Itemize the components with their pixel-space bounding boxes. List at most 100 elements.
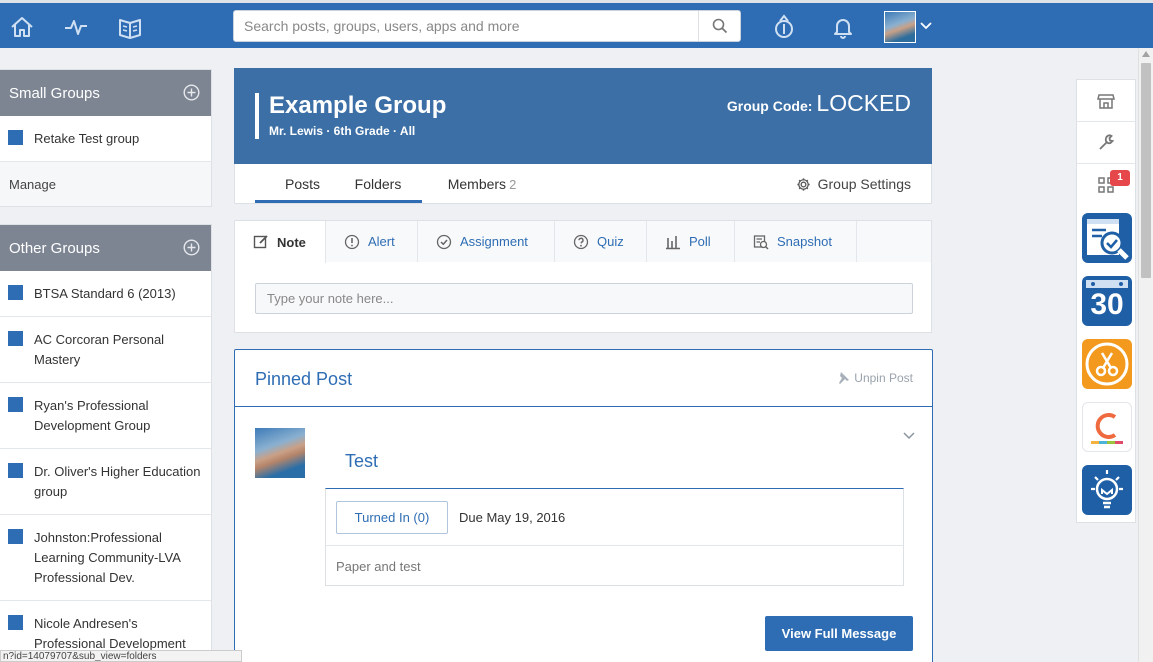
tab-label: Posts xyxy=(284,176,320,192)
pulse-icon[interactable] xyxy=(63,14,89,40)
divider xyxy=(326,545,903,546)
other-groups-header: Other Groups xyxy=(0,225,211,271)
small-groups-title: Small Groups xyxy=(9,84,100,102)
wrench-icon xyxy=(1097,134,1115,152)
home-icon[interactable] xyxy=(9,14,35,40)
other-groups-title: Other Groups xyxy=(9,239,100,257)
tab-label: Members xyxy=(447,176,507,192)
tools-button[interactable] xyxy=(1077,122,1135,164)
app-rail: 1 30 xyxy=(1076,79,1136,523)
group-color-swatch xyxy=(8,130,23,145)
sidebar-item-dr-olivers[interactable]: Dr. Oliver's Higher Education group xyxy=(0,448,211,514)
scrollbar-thumb[interactable] xyxy=(1141,63,1151,278)
manage-link[interactable]: Manage xyxy=(0,161,211,206)
sidebar-item-label: BTSA Standard 6 (2013) xyxy=(34,286,176,301)
left-sidebar: Small Groups Retake Test group Manage Ot… xyxy=(0,48,213,662)
gear-icon xyxy=(796,177,811,192)
tab-members[interactable]: Members 2 xyxy=(437,164,527,203)
post-title[interactable]: Test xyxy=(345,451,378,472)
group-subtitle: Mr. Lewis · 6th Grade · All xyxy=(269,124,416,138)
tab-folders[interactable]: Folders xyxy=(334,164,422,203)
tab-label: Note xyxy=(277,234,306,250)
pinned-post-card: Pinned Post Unpin Post Test Turned In (0… xyxy=(234,349,933,662)
pinned-post-title: Pinned Post xyxy=(255,369,353,389)
group-color-swatch xyxy=(8,331,23,346)
sidebar-item-johnston[interactable]: Johnston:Professional Learning Community… xyxy=(0,514,211,600)
group-settings-label: Group Settings xyxy=(817,176,911,192)
calendar-app-icon[interactable]: 30 xyxy=(1082,276,1132,326)
tab-alert[interactable]: Alert xyxy=(326,221,418,262)
sidebar-item-label: Johnston:Professional Learning Community… xyxy=(34,530,181,585)
search-input[interactable] xyxy=(234,11,700,41)
browser-status-bar: n?id=14079707&sub_view=folders xyxy=(0,650,242,662)
snapshot-icon xyxy=(753,234,769,250)
tab-assignment[interactable]: Assignment xyxy=(418,221,555,262)
group-header: Example Group Mr. Lewis · 6th Grade · Al… xyxy=(234,68,932,164)
group-settings-link[interactable]: Group Settings xyxy=(796,176,911,192)
sidebar-item-label: Retake Test group xyxy=(34,131,140,146)
question-icon xyxy=(573,234,589,250)
tab-quiz[interactable]: Quiz xyxy=(555,221,647,262)
small-groups-panel: Small Groups Retake Test group Manage xyxy=(0,69,212,207)
chevron-down-icon[interactable] xyxy=(903,432,915,440)
top-navigation-bar xyxy=(0,0,1153,48)
check-circle-icon xyxy=(436,234,452,250)
tab-note[interactable]: Note xyxy=(235,221,326,263)
sidebar-item-label: AC Corcoran Personal Mastery xyxy=(34,332,165,367)
lightbulb-app-icon[interactable] xyxy=(1082,465,1132,515)
pencil-icon xyxy=(253,234,269,250)
search-bar xyxy=(233,10,741,42)
tab-label: Assignment xyxy=(460,234,528,249)
view-full-message-button[interactable]: View Full Message xyxy=(765,616,913,651)
apps-launcher-icon[interactable] xyxy=(771,14,797,40)
group-color-swatch xyxy=(8,615,23,630)
assignment-box: Turned In (0) Due May 19, 2016 Paper and… xyxy=(325,488,904,586)
due-date: Due May 19, 2016 xyxy=(459,510,566,525)
page-scrollbar[interactable] xyxy=(1138,48,1153,662)
unpin-post-button[interactable]: Unpin Post xyxy=(836,371,913,385)
group-color-swatch xyxy=(8,463,23,478)
snapshot-app-icon[interactable] xyxy=(1082,213,1132,263)
tab-label: Alert xyxy=(368,234,395,249)
chevron-down-icon[interactable] xyxy=(920,22,932,30)
add-other-group-icon[interactable] xyxy=(183,239,200,256)
store-icon xyxy=(1097,92,1115,110)
sidebar-item-label: Ryan's Professional Development Group xyxy=(34,398,151,433)
note-input[interactable]: Type your note here... xyxy=(255,283,913,314)
sidebar-item-ac-corcoran[interactable]: AC Corcoran Personal Mastery xyxy=(0,316,211,382)
tab-label: Folders xyxy=(354,176,402,192)
group-tabs: Posts Folders Members 2 Group Settings xyxy=(234,164,932,204)
group-color-swatch xyxy=(8,529,23,544)
unpin-label: Unpin Post xyxy=(854,371,913,385)
group-title: Example Group xyxy=(269,92,447,119)
search-icon xyxy=(712,18,728,34)
backpack-icon[interactable] xyxy=(117,14,143,40)
sidebar-item-label: Dr. Oliver's Higher Education group xyxy=(34,464,201,499)
sidebar-item-retake-test-group[interactable]: Retake Test group xyxy=(0,116,211,161)
user-avatar[interactable] xyxy=(884,11,916,43)
calendar-number: 30 xyxy=(1090,288,1124,321)
search-button[interactable] xyxy=(698,11,740,41)
bell-icon[interactable] xyxy=(830,14,856,40)
small-groups-header: Small Groups xyxy=(0,70,211,116)
post-author-avatar[interactable] xyxy=(255,428,305,478)
group-color-swatch xyxy=(8,285,23,300)
store-button[interactable] xyxy=(1077,80,1135,122)
c-app-icon[interactable] xyxy=(1082,402,1132,452)
pinned-post-header: Pinned Post Unpin Post xyxy=(235,350,932,407)
bar-chart-icon xyxy=(665,234,681,250)
group-code-label: Group Code: xyxy=(726,98,813,114)
add-small-group-icon[interactable] xyxy=(183,84,200,101)
tab-snapshot[interactable]: Snapshot xyxy=(735,221,857,262)
tab-poll[interactable]: Poll xyxy=(647,221,735,262)
apps-grid-button[interactable]: 1 xyxy=(1077,164,1135,206)
sidebar-item-ryans-professional[interactable]: Ryan's Professional Development Group xyxy=(0,382,211,448)
alert-icon xyxy=(344,234,360,250)
tab-label: Poll xyxy=(689,234,711,249)
assignment-description: Paper and test xyxy=(336,559,421,574)
scissors-app-icon[interactable] xyxy=(1082,339,1132,389)
group-code-value: LOCKED xyxy=(816,90,911,116)
turned-in-button[interactable]: Turned In (0) xyxy=(336,501,448,534)
scroll-up-arrow-icon[interactable] xyxy=(1142,51,1150,57)
sidebar-item-btsa-standard-6[interactable]: BTSA Standard 6 (2013) xyxy=(0,271,211,316)
